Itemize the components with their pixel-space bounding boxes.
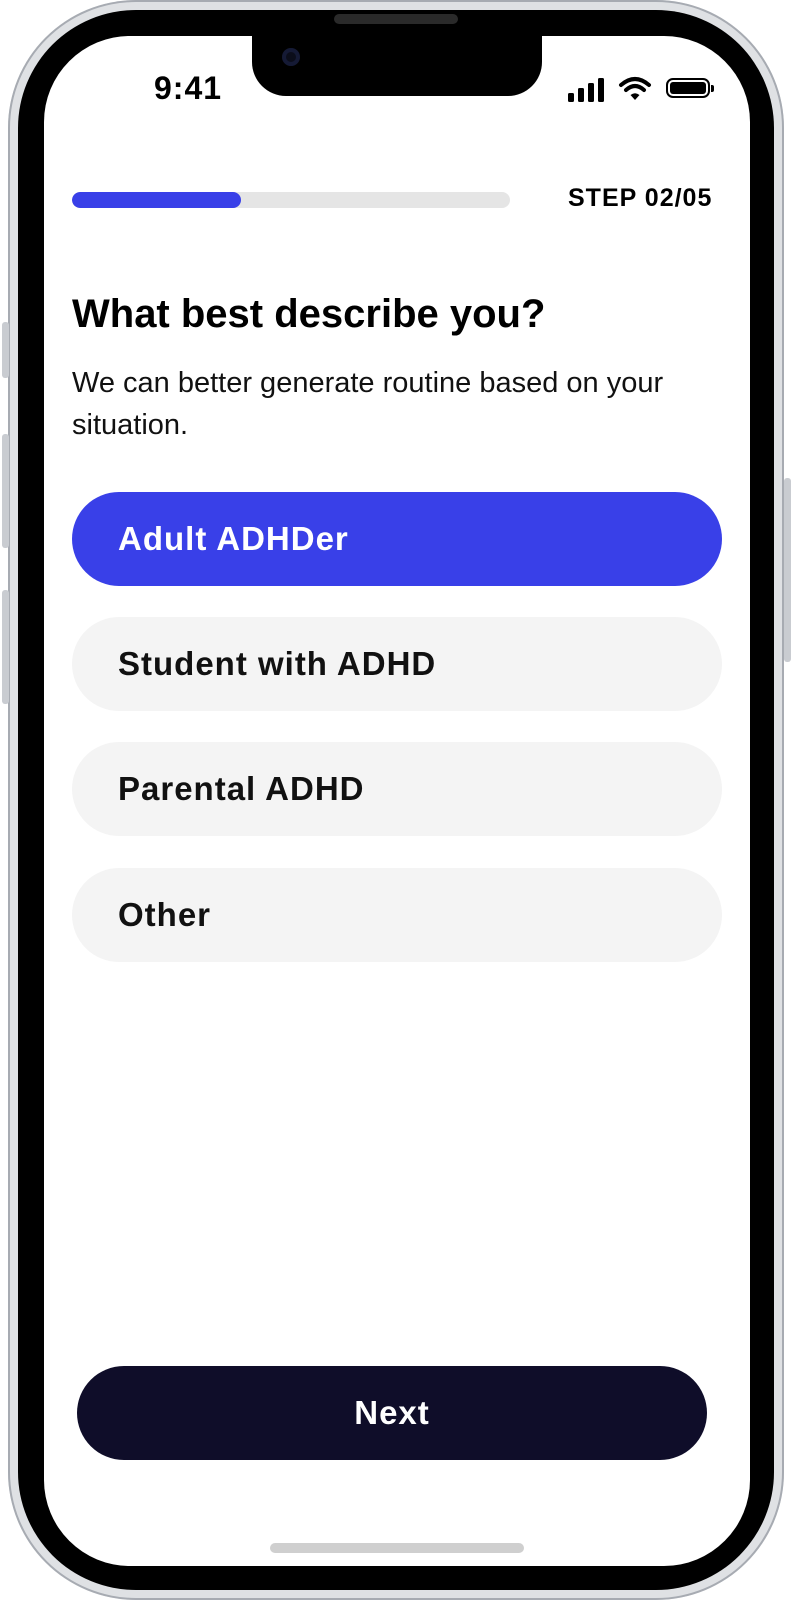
- page-subtitle: We can better generate routine based on …: [72, 367, 664, 441]
- option-adult-adhder[interactable]: Adult ADHDer: [72, 492, 722, 586]
- notch: [252, 36, 542, 96]
- option-label: Student with ADHD: [118, 645, 437, 682]
- silent-switch: [2, 322, 9, 378]
- option-label: Other: [118, 896, 212, 933]
- volume-up-button: [2, 434, 9, 548]
- option-student-with-adhd[interactable]: Student with ADHD: [72, 617, 722, 711]
- page-title: What best describe you?: [72, 292, 546, 336]
- option-parental-adhd[interactable]: Parental ADHD: [72, 742, 722, 836]
- progress-fill: [72, 192, 241, 208]
- power-button: [784, 478, 791, 662]
- home-indicator[interactable]: [270, 1543, 524, 1553]
- progress-bar: [72, 192, 510, 208]
- option-other[interactable]: Other: [72, 868, 722, 962]
- option-label: Adult ADHDer: [118, 520, 349, 557]
- battery-icon: [666, 78, 714, 98]
- volume-down-button: [2, 590, 9, 704]
- next-button-label: Next: [354, 1394, 430, 1431]
- wifi-icon: [619, 77, 651, 100]
- front-camera: [282, 48, 300, 66]
- speaker-grille: [334, 14, 458, 24]
- option-label: Parental ADHD: [118, 770, 365, 807]
- step-indicator: STEP 02/05: [568, 184, 713, 212]
- next-button[interactable]: Next: [77, 1366, 707, 1460]
- status-time: 9:41: [154, 70, 223, 106]
- cellular-signal-icon: [568, 76, 606, 102]
